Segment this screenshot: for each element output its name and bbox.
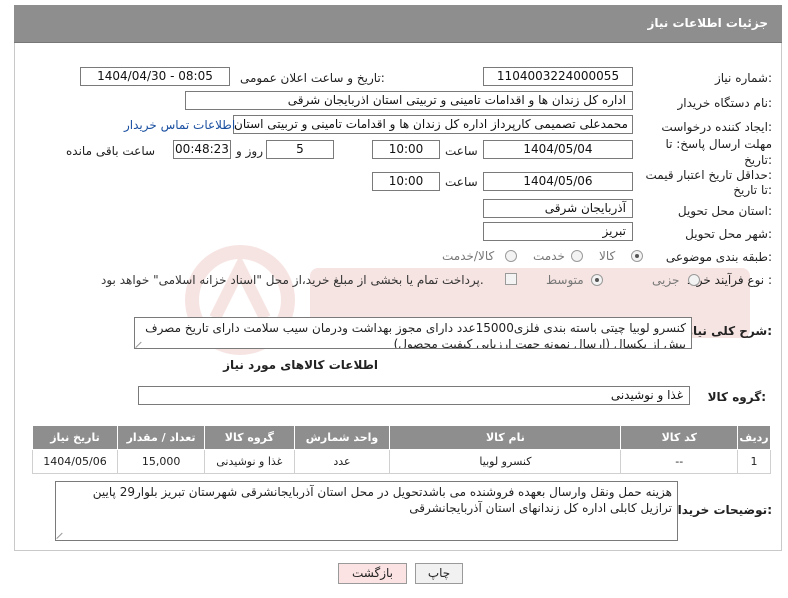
buyer-notes-label: توضیحات خریدار: bbox=[670, 503, 772, 517]
treasury-payment-checkbox[interactable] bbox=[505, 273, 517, 285]
price-validity-time-field: 10:00 bbox=[372, 172, 440, 191]
category-radio-service[interactable] bbox=[571, 250, 583, 262]
category-option-goods: کالا bbox=[599, 249, 616, 263]
reply-deadline-date-field: 1404/05/04 bbox=[483, 140, 633, 159]
need-number-field: 1104003224000055 bbox=[483, 67, 633, 86]
col-need-date: تاریخ نیاز bbox=[32, 425, 118, 450]
cell-goods-group: غذا و نوشیدنی bbox=[204, 449, 295, 474]
buyer-notes-resize-handle[interactable] bbox=[57, 531, 65, 539]
category-option-goods-service: کالا/خدمت bbox=[442, 249, 495, 263]
requester-label: ایجاد کننده درخواست: bbox=[661, 120, 772, 134]
buyer-org-field: اداره کل زندان ها و اقدامات تامینی و ترب… bbox=[185, 91, 633, 110]
cell-goods-code: -- bbox=[620, 449, 739, 474]
description-label: شرح کلی نیاز: bbox=[686, 324, 772, 338]
goods-group-label: گروه کالا: bbox=[707, 390, 766, 404]
reply-deadline-time-field: 10:00 bbox=[372, 140, 440, 159]
page-title: جزئیات اطلاعات نیاز bbox=[647, 16, 768, 30]
buyer-org-label: نام دستگاه خریدار: bbox=[677, 96, 773, 110]
reply-deadline-label-line2: تاریخ: bbox=[744, 153, 772, 167]
description-resize-handle[interactable] bbox=[136, 340, 144, 348]
process-option-medium: متوسط bbox=[546, 273, 584, 287]
cell-unit: عدد bbox=[293, 449, 391, 474]
remaining-days-label: روز و bbox=[236, 144, 263, 158]
price-validity-time-label: ساعت bbox=[445, 175, 478, 189]
print-button[interactable]: چاپ bbox=[415, 563, 463, 584]
description-textarea[interactable]: کنسرو لوبیا چیتی باسته بندی فلزی15000عدد… bbox=[134, 317, 692, 349]
cell-row-number: 1 bbox=[737, 449, 771, 474]
announce-date-field: 1404/04/30 - 08:05 bbox=[80, 67, 230, 86]
cell-goods-name: کنسرو لوبیا bbox=[389, 449, 622, 474]
delivery-city-field: تبریز bbox=[483, 222, 633, 241]
cell-quantity: 15,000 bbox=[116, 449, 206, 474]
goods-table: تاریخ نیاز تعداد / مقدار گروه کالا واحد … bbox=[32, 425, 771, 474]
category-radio-goods-service[interactable] bbox=[505, 250, 517, 262]
goods-info-title: اطلاعات کالاهای مورد نیاز bbox=[223, 358, 378, 372]
col-goods-group: گروه کالا bbox=[204, 425, 295, 450]
price-validity-label-line2: تا تاریخ: bbox=[733, 183, 772, 197]
price-validity-date-field: 1404/05/06 bbox=[483, 172, 633, 191]
buyer-notes-textarea[interactable]: هزینه حمل ونقل وارسال بعهده فروشنده می ب… bbox=[55, 481, 678, 541]
category-label: طبقه بندی موضوعی: bbox=[665, 250, 772, 264]
goods-table-header-row: تاریخ نیاز تعداد / مقدار گروه کالا واحد … bbox=[32, 425, 771, 450]
treasury-payment-note: پرداخت تمام یا بخشی از مبلغ خرید،از محل … bbox=[101, 273, 484, 287]
remaining-days-field: 5 bbox=[266, 140, 334, 159]
col-goods-code: کد کالا bbox=[620, 425, 739, 450]
delivery-city-label: شهر محل تحویل: bbox=[685, 227, 772, 241]
buyer-contact-link[interactable]: اطلاعات تماس خریدار bbox=[124, 118, 235, 132]
delivery-province-label: استان محل تحویل: bbox=[677, 204, 772, 218]
requester-field: محمدعلی تصمیمی کارپرداز اداره کل زندان ه… bbox=[233, 115, 633, 134]
announce-date-label: تاریخ و ساعت اعلان عمومی: bbox=[240, 71, 385, 85]
category-radio-goods[interactable] bbox=[631, 250, 643, 262]
delivery-province-field: آذربایجان شرقی bbox=[483, 199, 633, 218]
goods-group-field: غذا و نوشیدنی bbox=[138, 386, 690, 405]
remaining-time-field: 00:48:23 bbox=[173, 140, 231, 159]
remaining-time-label: ساعت باقی مانده bbox=[66, 144, 156, 158]
table-row: 1404/05/06 15,000 غذا و نوشیدنی عدد کنسر… bbox=[32, 449, 771, 474]
process-radio-medium[interactable] bbox=[591, 274, 603, 286]
reply-deadline-label-line1: مهلت ارسال پاسخ: تا bbox=[665, 137, 772, 151]
page-header: جزئیات اطلاعات نیاز bbox=[14, 5, 782, 43]
col-quantity: تعداد / مقدار bbox=[116, 425, 206, 450]
back-button[interactable]: بازگشت bbox=[338, 563, 407, 584]
category-option-service: خدمت bbox=[533, 249, 565, 263]
process-option-minor: جزیی bbox=[652, 273, 680, 287]
col-goods-name: نام کالا bbox=[389, 425, 622, 450]
reply-deadline-time-label: ساعت bbox=[445, 144, 478, 158]
price-validity-label-line1: حداقل تاریخ اعتبار قیمت: bbox=[645, 168, 772, 182]
col-row-number: ردیف bbox=[737, 425, 771, 450]
col-unit: واحد شمارش bbox=[293, 425, 391, 450]
need-number-label: شماره نیاز: bbox=[714, 71, 772, 85]
cell-need-date: 1404/05/06 bbox=[32, 449, 118, 474]
process-radio-minor[interactable] bbox=[688, 274, 700, 286]
